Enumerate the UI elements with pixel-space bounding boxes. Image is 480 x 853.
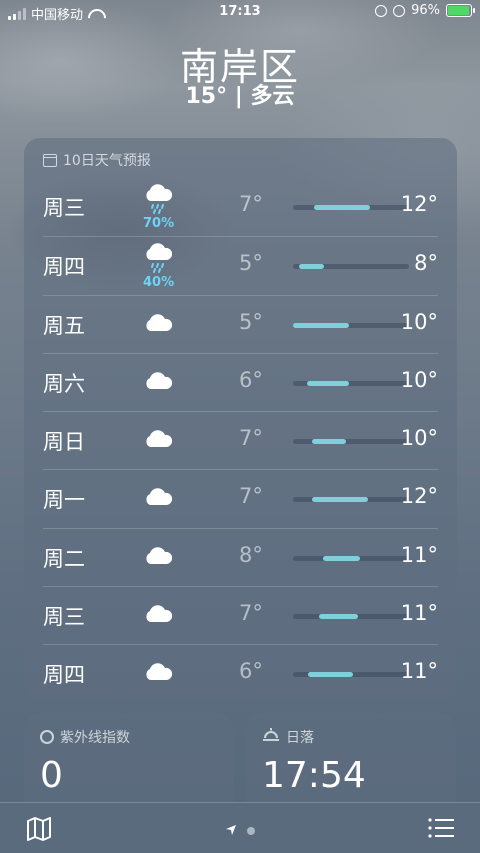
cloud-rain-icon: 40% <box>143 243 175 291</box>
temp-range-fill <box>306 380 349 386</box>
precip-chance: 40% <box>143 275 175 291</box>
temp-range-fill <box>313 205 370 210</box>
forecast-row[interactable]: 周四 40% 5° 8° <box>43 236 438 294</box>
low-temp: 5° <box>239 251 263 276</box>
precip-chance: 70% <box>143 216 175 231</box>
temp-range-fill <box>293 322 349 328</box>
location-arrow-icon[interactable] <box>225 821 237 840</box>
forecast-row[interactable]: 周四 6° 11° <box>43 644 438 702</box>
high-temp: 11° <box>400 659 438 684</box>
bottom-toolbar <box>0 802 480 853</box>
temp-range-bar <box>293 380 409 386</box>
temp-range-bar <box>293 614 409 620</box>
map-icon[interactable] <box>26 817 52 841</box>
low-temp: 6° <box>239 367 263 392</box>
list-icon[interactable] <box>428 818 454 838</box>
day-label: 周三 <box>43 196 85 220</box>
forecast-row[interactable]: 周一 7° 12° <box>43 469 438 527</box>
temp-range-fill <box>323 555 361 561</box>
day-label: 周二 <box>43 546 85 571</box>
day-label: 周三 <box>43 605 85 630</box>
temp-range-fill <box>308 672 354 678</box>
cloud-icon <box>143 593 173 637</box>
forecast-list: 周三 70% 7° 12° 周四 40% 5° 8° 周五 5° 10° 周六 6° 10° 周日 7° 10°… <box>24 178 457 703</box>
forecast-row[interactable]: 周五 5° 10° <box>43 294 438 353</box>
day-label: 周一 <box>43 488 85 513</box>
high-temp: 12° <box>400 484 438 509</box>
day-label: 周五 <box>43 313 85 338</box>
forecast-title: 10日天气预报 <box>63 153 151 169</box>
temp-range-bar <box>293 672 409 678</box>
uv-label-row: 紫外线指数 <box>40 727 130 747</box>
status-right: 96% <box>375 3 475 18</box>
sunset-icon <box>262 728 280 746</box>
low-temp: 7° <box>239 192 263 216</box>
battery-percent: 96% <box>411 3 440 18</box>
battery-icon <box>446 4 475 17</box>
alarm-icon <box>393 4 406 17</box>
forecast-card[interactable]: 10日天气预报 周三 70% 7° 12° 周四 40% 5° 8° 周五 5° 10° 周六 6° 10… <box>24 138 457 701</box>
low-temp: 8° <box>239 542 263 567</box>
orientation-lock-icon <box>375 4 388 17</box>
temp-range-bar <box>293 205 409 210</box>
temp-range-fill <box>318 614 358 620</box>
high-temp: 8° <box>414 251 438 276</box>
cloud-icon <box>143 302 173 346</box>
forecast-row[interactable]: 周日 7° 10° <box>43 411 438 469</box>
low-temp: 5° <box>239 309 263 334</box>
temp-range-bar <box>293 322 409 328</box>
uv-value: 0 <box>40 755 63 796</box>
sunset-time: 17:54 <box>262 755 366 796</box>
forecast-row[interactable]: 周三 7° 11° <box>43 586 438 644</box>
high-temp: 11° <box>400 601 438 626</box>
low-temp: 6° <box>239 659 263 684</box>
high-temp: 11° <box>400 542 438 567</box>
status-bar: 中国移动 17:13 96% <box>0 0 480 26</box>
low-temp: 7° <box>239 601 263 626</box>
low-temp: 7° <box>239 484 263 509</box>
uv-label: 紫外线指数 <box>60 730 130 746</box>
calendar-icon <box>43 153 57 167</box>
cloud-icon <box>143 535 173 579</box>
high-temp: 10° <box>400 426 438 451</box>
current-conditions: 15° | 多云 <box>185 84 295 109</box>
temp-range-fill <box>298 264 325 270</box>
temp-range-bar <box>293 497 409 503</box>
cloud-icon <box>143 360 173 404</box>
high-temp: 10° <box>400 367 438 392</box>
day-label: 周六 <box>43 371 85 396</box>
forecast-header: 10日天气预报 <box>43 150 151 170</box>
cloud-rain-icon: 70% <box>143 184 175 231</box>
sun-icon <box>40 730 54 744</box>
high-temp: 10° <box>400 309 438 334</box>
cloud-icon <box>143 476 173 520</box>
sunset-label-row: 日落 <box>262 727 314 747</box>
sunset-label: 日落 <box>286 730 314 746</box>
page-indicator[interactable] <box>225 821 255 840</box>
temp-range-bar <box>293 555 409 561</box>
high-temp: 12° <box>400 192 438 216</box>
forecast-row[interactable]: 周二 8° 11° <box>43 527 438 586</box>
day-label: 周四 <box>43 663 85 688</box>
cloud-icon <box>143 418 173 462</box>
page-dot[interactable] <box>247 826 255 835</box>
cloud-icon <box>143 651 173 695</box>
day-label: 周四 <box>43 255 85 280</box>
temp-range-bar <box>293 264 409 270</box>
forecast-row[interactable]: 周三 70% 7° 12° <box>43 178 438 236</box>
temp-range-bar <box>293 439 409 445</box>
temp-range-fill <box>311 497 369 503</box>
low-temp: 7° <box>239 426 263 451</box>
forecast-row[interactable]: 周六 6° 10° <box>43 352 438 411</box>
day-label: 周日 <box>43 430 85 455</box>
temp-range-fill <box>311 439 347 445</box>
